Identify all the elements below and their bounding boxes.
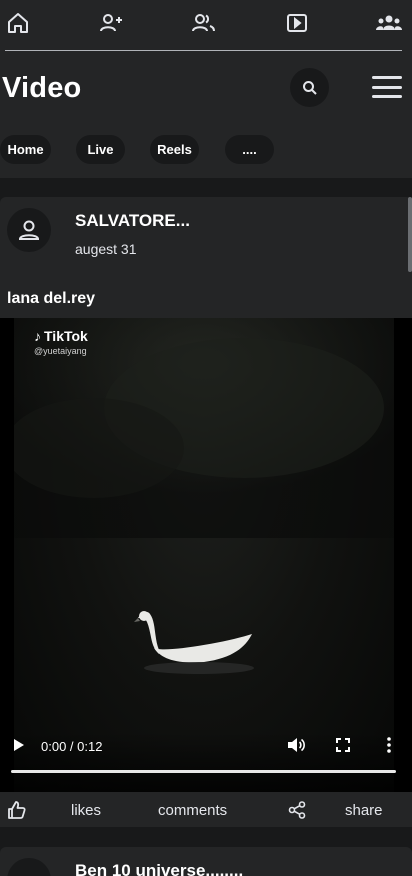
- page-title: Video: [2, 72, 82, 104]
- search-button[interactable]: [290, 68, 329, 107]
- video-progress-bar[interactable]: [11, 770, 396, 773]
- avatar[interactable]: [7, 208, 51, 252]
- user-icon: [18, 220, 40, 240]
- share-icon[interactable]: [287, 800, 307, 820]
- scrollbar[interactable]: [408, 197, 412, 272]
- post-actions: likes comments share: [0, 794, 412, 827]
- post-author[interactable]: SALVATORE...: [75, 211, 190, 231]
- video-post: SALVATORE... augest 31 lana del.rey ♪ Ti…: [0, 197, 412, 827]
- friends-icon[interactable]: [189, 8, 219, 38]
- avatar[interactable]: [7, 858, 51, 876]
- video-player[interactable]: ♪ TikTok @yuetaiyang 0:00 / 0:12: [0, 318, 412, 792]
- tab-home[interactable]: Home: [0, 135, 51, 164]
- top-navigation: [0, 0, 412, 52]
- post-date: augest 31: [75, 241, 137, 257]
- more-options-icon[interactable]: [380, 735, 398, 755]
- video-header: Video Home Live Reels ....: [0, 52, 412, 178]
- video-frame: ♪ TikTok @yuetaiyang: [14, 318, 394, 792]
- search-icon: [302, 80, 317, 95]
- tab-live[interactable]: Live: [76, 135, 125, 164]
- play-icon[interactable]: [10, 736, 28, 754]
- post-author[interactable]: Ben 10 universe........: [75, 861, 243, 876]
- next-post: Ben 10 universe........: [0, 847, 412, 876]
- add-friend-icon[interactable]: [96, 8, 126, 38]
- likes-button[interactable]: likes: [71, 802, 101, 819]
- like-icon[interactable]: [6, 799, 28, 821]
- watermark-handle: @yuetaiyang: [34, 346, 87, 356]
- groups-icon[interactable]: [374, 8, 404, 38]
- volume-icon[interactable]: [286, 735, 306, 755]
- hamburger-menu-icon[interactable]: [372, 76, 402, 98]
- video-time: 0:00 / 0:12: [41, 739, 103, 754]
- nav-divider: [5, 50, 402, 51]
- tiktok-icon: ♪: [34, 328, 41, 344]
- tab-reels[interactable]: Reels: [150, 135, 199, 164]
- fullscreen-icon[interactable]: [333, 735, 353, 755]
- tiktok-watermark: ♪ TikTok @yuetaiyang: [34, 328, 88, 356]
- video-icon[interactable]: [282, 8, 312, 38]
- swan-scene: [14, 318, 394, 674]
- watermark-brand: TikTok: [44, 328, 88, 344]
- comments-button[interactable]: comments: [158, 802, 227, 819]
- post-caption: lana del.rey: [7, 290, 96, 307]
- share-button[interactable]: share: [345, 802, 383, 819]
- home-icon[interactable]: [3, 8, 33, 38]
- tab-more[interactable]: ....: [225, 135, 274, 164]
